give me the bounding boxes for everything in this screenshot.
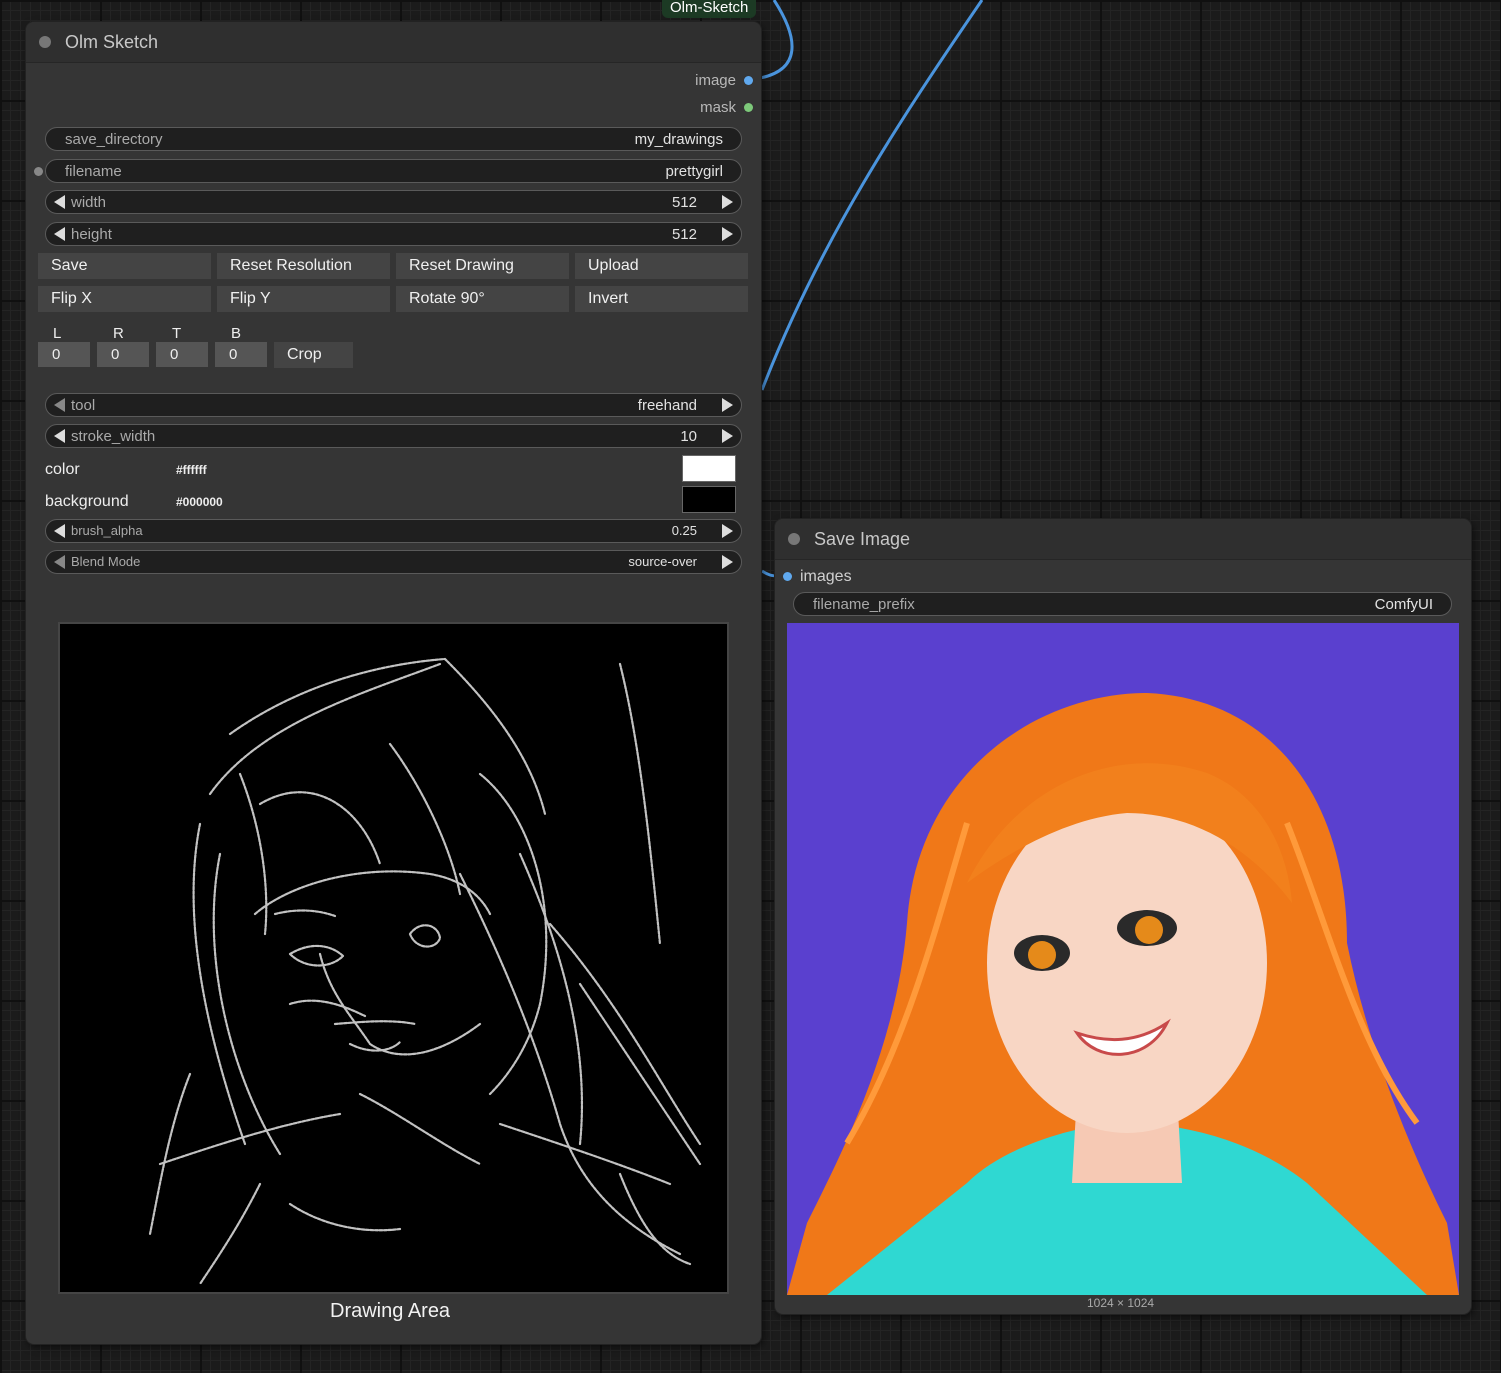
height-label: height <box>71 226 112 243</box>
images-input-dot-icon[interactable] <box>783 572 792 581</box>
height-stepper[interactable]: height 512 <box>45 222 742 246</box>
crop-label-top: T <box>172 325 182 342</box>
node-title: Olm Sketch <box>65 32 159 52</box>
decrement-arrow-icon[interactable] <box>54 429 65 443</box>
output-slot-image[interactable]: image <box>695 72 753 89</box>
color-swatch[interactable] <box>682 455 736 482</box>
filename-field[interactable]: filename prettygirl <box>45 159 742 183</box>
collapse-dot-icon[interactable] <box>788 533 800 545</box>
output-label-mask: mask <box>700 99 736 116</box>
portrait-illustration <box>787 623 1459 1295</box>
decrement-arrow-icon[interactable] <box>54 195 65 209</box>
save-image-node[interactable]: Save Image images filename_prefix ComfyU… <box>775 519 1471 1314</box>
flip-y-button[interactable]: Flip Y <box>217 286 390 312</box>
color-label: color <box>45 461 80 478</box>
crop-top-input[interactable]: 0 <box>156 342 208 367</box>
decrement-arrow-icon[interactable] <box>54 227 65 241</box>
node-title-bar[interactable]: Save Image <box>775 519 1471 560</box>
output-slot-mask[interactable]: mask <box>700 99 753 116</box>
brush-alpha-stepper[interactable]: brush_alpha 0.25 <box>45 519 742 543</box>
save-directory-value: my_drawings <box>634 131 723 148</box>
reset-drawing-button[interactable]: Reset Drawing <box>396 253 569 279</box>
save-directory-field[interactable]: save_directory my_drawings <box>45 127 742 151</box>
blend-mode-value: source-over <box>628 554 697 569</box>
background-hex-value: #000000 <box>176 495 223 509</box>
blend-mode-combo[interactable]: Blend Mode source-over <box>45 550 742 574</box>
olm-sketch-node[interactable]: Olm Sketch image mask save_directory my_… <box>26 22 761 1344</box>
width-value: 512 <box>671 194 697 211</box>
crop-label-left: L <box>53 325 62 342</box>
filename-label: filename <box>65 163 122 180</box>
invert-button[interactable]: Invert <box>575 286 748 312</box>
filename-prefix-field[interactable]: filename_prefix ComfyUI <box>793 592 1452 616</box>
output-label-image: image <box>695 72 736 89</box>
image-slot-dot-icon[interactable] <box>744 76 753 85</box>
increment-arrow-icon[interactable] <box>722 227 733 241</box>
image-dimensions-label: 1024 × 1024 <box>1087 1296 1155 1310</box>
drawing-canvas[interactable] <box>58 622 729 1294</box>
brush-alpha-label: brush_alpha <box>71 523 143 538</box>
crop-left-input[interactable]: 0 <box>38 342 90 367</box>
blend-mode-label: Blend Mode <box>71 554 141 569</box>
next-arrow-icon[interactable] <box>722 555 733 569</box>
filename-value: prettygirl <box>665 163 723 180</box>
crop-bottom-input[interactable]: 0 <box>215 342 267 367</box>
filename-input-dot-icon[interactable] <box>34 167 43 176</box>
crop-right-input[interactable]: 0 <box>97 342 149 367</box>
height-value: 512 <box>671 226 697 243</box>
crop-label-bottom: B <box>231 325 242 342</box>
previous-arrow-icon[interactable] <box>54 398 65 412</box>
width-label: width <box>71 194 107 211</box>
save-directory-label: save_directory <box>65 131 163 148</box>
next-arrow-icon[interactable] <box>722 398 733 412</box>
increment-arrow-icon[interactable] <box>722 195 733 209</box>
increment-arrow-icon[interactable] <box>722 524 733 538</box>
color-hex-value: #ffffff <box>176 463 207 477</box>
stroke-width-stepper[interactable]: stroke_width 10 <box>45 424 742 448</box>
upload-button[interactable]: Upload <box>575 253 748 279</box>
sketch-strokes <box>148 657 702 1286</box>
wire-to-upstream <box>760 0 984 391</box>
node-title: Save Image <box>814 529 911 549</box>
stroke-width-value: 10 <box>680 428 697 445</box>
images-input-label: images <box>800 568 852 585</box>
wire-image-output <box>759 0 794 80</box>
background-swatch[interactable] <box>682 486 736 513</box>
drawing-area-caption: Drawing Area <box>330 1300 451 1322</box>
save-button[interactable]: Save <box>38 253 211 279</box>
width-stepper[interactable]: width 512 <box>45 190 742 214</box>
node-title-bar[interactable]: Olm Sketch <box>26 22 761 63</box>
collapse-dot-icon[interactable] <box>39 36 51 48</box>
connection-badge: Olm-Sketch <box>662 0 757 18</box>
crop-button[interactable]: Crop <box>274 342 353 368</box>
flip-x-button[interactable]: Flip X <box>38 286 211 312</box>
mask-slot-dot-icon[interactable] <box>744 103 753 112</box>
tool-label: tool <box>71 397 96 414</box>
output-image-preview[interactable] <box>787 623 1459 1295</box>
rotate-90-button[interactable]: Rotate 90° <box>396 286 569 312</box>
tool-value: freehand <box>637 397 697 414</box>
filename-prefix-value: ComfyUI <box>1374 596 1433 613</box>
crop-label-right: R <box>113 325 124 342</box>
decrement-arrow-icon[interactable] <box>54 524 65 538</box>
tool-combo[interactable]: tool freehand <box>45 393 742 417</box>
previous-arrow-icon[interactable] <box>54 555 65 569</box>
filename-prefix-label: filename_prefix <box>813 596 915 613</box>
background-label: background <box>45 493 129 510</box>
reset-resolution-button[interactable]: Reset Resolution <box>217 253 390 279</box>
increment-arrow-icon[interactable] <box>722 429 733 443</box>
stroke-width-label: stroke_width <box>71 428 156 445</box>
brush-alpha-value: 0.25 <box>671 523 697 538</box>
